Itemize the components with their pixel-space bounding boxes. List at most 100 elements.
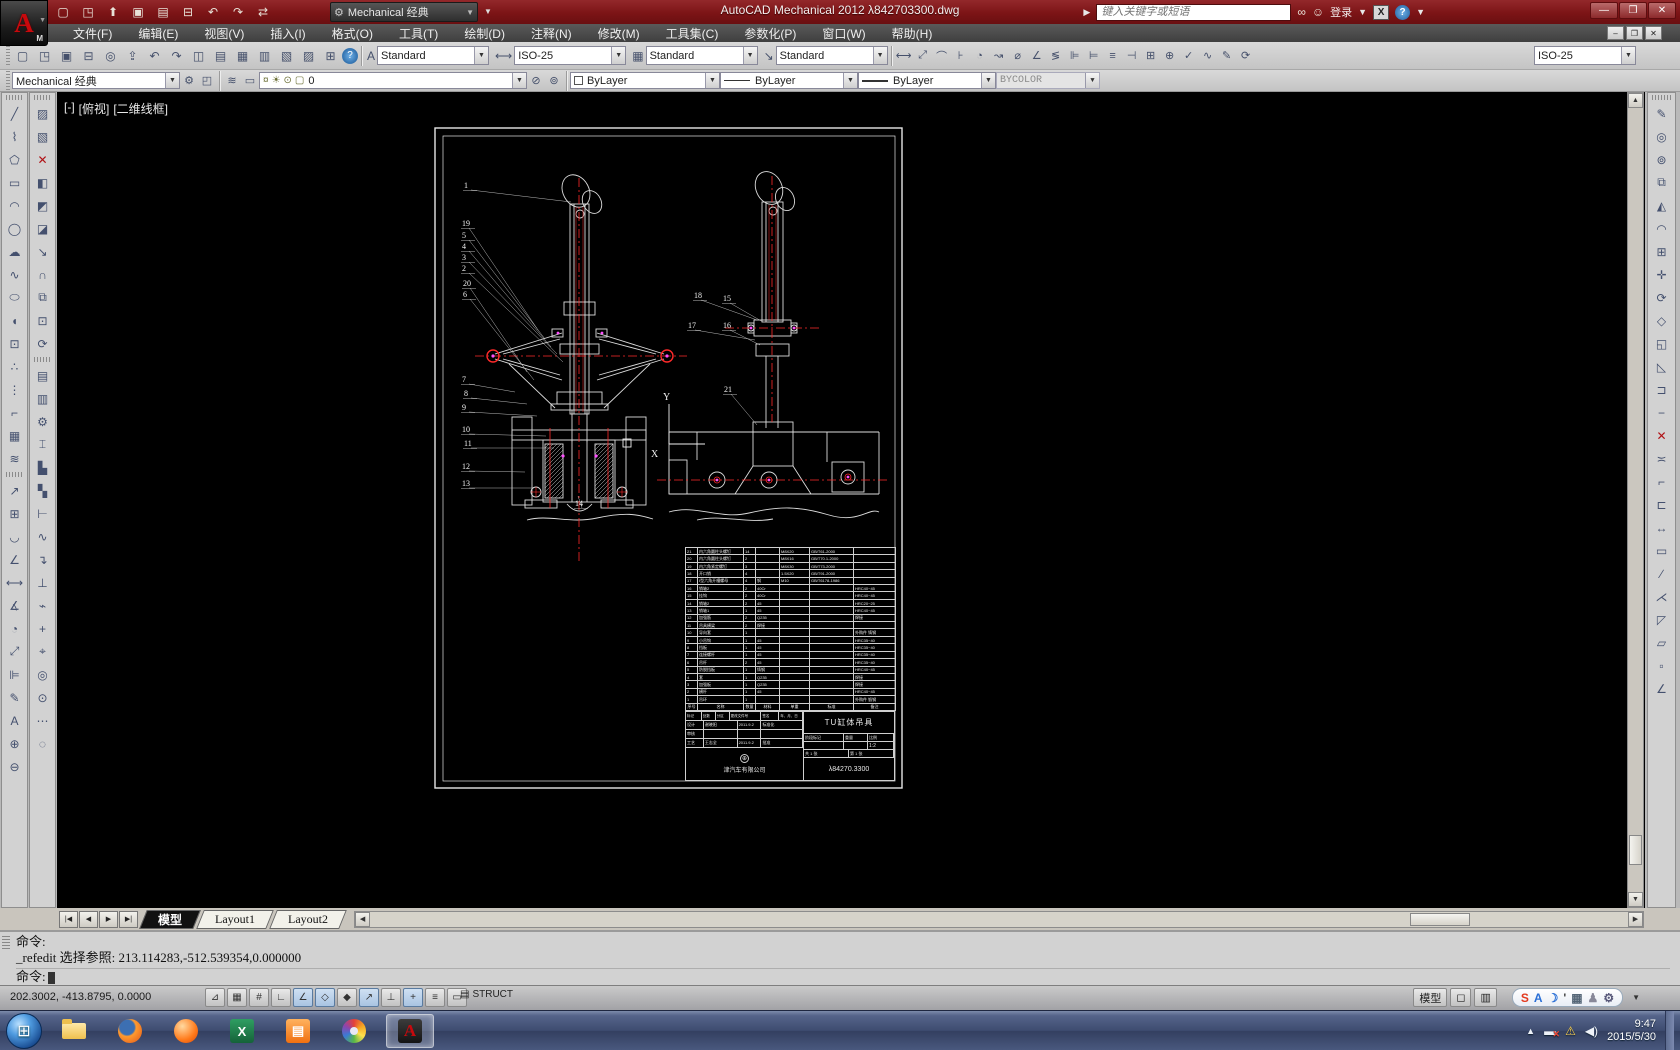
taskbar-excel[interactable]: X (218, 1014, 266, 1048)
draw-point-icon[interactable]: ∴ (3, 355, 27, 378)
otrack-toggle[interactable]: ↗ (359, 988, 379, 1007)
erase-icon[interactable]: ✕ (31, 148, 55, 171)
block-edit-icon[interactable]: ◪ (31, 217, 55, 240)
save-icon[interactable]: ▣ (56, 45, 77, 66)
dim-baseline-icon[interactable]: ⊫ (1066, 47, 1084, 65)
taper-icon[interactable]: ◸ (1650, 608, 1674, 631)
infer-constraints-toggle[interactable]: ⊿ (205, 988, 225, 1007)
power-erase-icon[interactable]: ✎ (1650, 102, 1674, 125)
drawing-quickview-icon[interactable]: ▥ (1474, 988, 1496, 1007)
workspace-combo[interactable]: Mechanical 经典 ▼ (12, 72, 180, 89)
dim-inspect-icon[interactable]: ✓ (1180, 47, 1198, 65)
infocenter-collapse-icon[interactable]: ▶ (1083, 7, 1090, 18)
draw-polygon-icon[interactable]: ⬠ (3, 148, 27, 171)
toolbar-grip[interactable] (6, 46, 10, 66)
dim-quick-icon[interactable]: ≶ (1047, 47, 1065, 65)
scroll-up-button[interactable]: ▲ (1628, 93, 1643, 108)
trim-icon[interactable]: ◺ (1650, 355, 1674, 378)
drawing-canvas[interactable]: [-][俯视][二维线框] (57, 92, 1627, 908)
workspace-settings-icon[interactable]: ⚙ (180, 72, 198, 90)
draw-divide-icon[interactable]: ⋮ (3, 378, 27, 401)
text-style-icon[interactable]: A (367, 49, 375, 63)
canvas-vscrollbar[interactable]: ▲ ▼ (1627, 92, 1644, 908)
layer-isolate-icon[interactable]: ⊘ (527, 72, 545, 90)
dim-update-icon[interactable]: ⟳ (1237, 47, 1255, 65)
tab-Layout2[interactable]: Layout2 (269, 910, 347, 929)
help-icon[interactable]: ? (342, 48, 358, 64)
help-icon[interactable]: ? (1395, 5, 1410, 20)
menu-item-9[interactable]: 工具集(C) (653, 24, 732, 42)
open-icon[interactable]: ◳ (34, 45, 55, 66)
dim-radius-icon[interactable]: ◔ (3, 617, 27, 640)
center-cross-icon[interactable]: + (31, 617, 55, 640)
menu-item-3[interactable]: 插入(I) (257, 24, 318, 42)
fillet-icon[interactable]: ◠ (1650, 217, 1674, 240)
dim-aligned-icon[interactable]: ⤢ (3, 640, 27, 663)
mleader-icon[interactable]: ↗ (3, 479, 27, 502)
taskbar-autocad[interactable]: A (386, 1014, 434, 1048)
divide-icon[interactable]: ∕ (1650, 562, 1674, 585)
copy-icon[interactable]: ⧉ (31, 286, 55, 309)
menu-item-7[interactable]: 注释(N) (518, 24, 585, 42)
block-scale-icon[interactable]: ◧ (31, 171, 55, 194)
layer-on-icon[interactable]: ¤ (263, 75, 269, 86)
arrow-down-icon[interactable]: ↴ (31, 548, 55, 571)
hatch-icon[interactable]: ▨ (31, 102, 55, 125)
taskbar-360[interactable]: ▤ (274, 1014, 322, 1048)
command-input[interactable]: 命令: (16, 968, 1670, 984)
shaft-generator-icon[interactable]: ▙ (31, 456, 55, 479)
stretch-icon[interactable]: ◱ (1650, 332, 1674, 355)
draw-rectangle-icon[interactable]: ▭ (3, 171, 27, 194)
copy-object-icon[interactable]: ⧉ (1650, 171, 1674, 194)
tolerance-icon[interactable]: ⊞ (3, 502, 27, 525)
plot-preview-icon[interactable]: ◎ (100, 45, 121, 66)
annotate-edit-icon[interactable]: ✎ (3, 686, 27, 709)
toolbar-grip[interactable] (34, 357, 51, 362)
draw-wipeout-icon[interactable]: ≋ (3, 447, 27, 470)
dim-aligned-icon[interactable]: ⤢ (914, 47, 932, 65)
undo-icon[interactable]: ↶ (144, 45, 165, 66)
layer-states-icon[interactable]: ▭ (241, 72, 259, 90)
gradient-icon[interactable]: ▧ (31, 125, 55, 148)
ducs-toggle[interactable]: ⊥ (381, 988, 401, 1007)
hole-chart-icon[interactable]: ◎ (31, 663, 55, 686)
layout-quickview-icon[interactable]: ◻ (1450, 988, 1471, 1007)
layer-unisolate-icon[interactable]: ⊚ (545, 72, 563, 90)
draw-arc-icon[interactable]: ◠ (3, 194, 27, 217)
block-rotate-icon[interactable]: ◩ (31, 194, 55, 217)
command-window-grip[interactable] (2, 936, 10, 950)
ime-logo-icon[interactable]: S (1521, 992, 1529, 1004)
tool-palettes-icon[interactable]: ▥ (254, 45, 275, 66)
power-dimension-icon[interactable]: ⟷ (3, 571, 27, 594)
layer-color-icon[interactable]: ▢ (295, 75, 304, 86)
break-point-icon[interactable]: − (1650, 401, 1674, 424)
tab-模型[interactable]: 模型 (139, 910, 201, 929)
dim-edit-icon[interactable]: ✎ (1218, 47, 1236, 65)
table-style-icon[interactable]: ▦ (632, 49, 643, 63)
ime-moon-icon[interactable]: ☽ (1548, 992, 1559, 1004)
draw-line-icon[interactable]: ╱ (3, 102, 27, 125)
centerline-icon[interactable]: ⌖ (31, 640, 55, 663)
mech-palette-icon[interactable]: ▥ (31, 387, 55, 410)
viewport-minimize[interactable]: [-] (64, 100, 75, 117)
designcenter-icon[interactable]: ▦ (232, 45, 253, 66)
toolbar-grip[interactable] (1652, 95, 1671, 100)
scale-icon[interactable]: ◇ (1650, 309, 1674, 332)
detail-icon[interactable]: ⊙ (31, 686, 55, 709)
help-chevron-icon[interactable]: ▼ (1416, 7, 1425, 17)
dyn-toggle[interactable]: + (403, 988, 423, 1007)
mirror-icon[interactable]: ◭ (1650, 194, 1674, 217)
layer-properties-icon[interactable]: ≋ (223, 72, 241, 90)
text-style-combo[interactable]: Standard▼ (377, 46, 489, 65)
mleader-style-icon[interactable]: ↘ (764, 49, 774, 63)
lineweight-toggle[interactable]: ≡ (425, 988, 445, 1007)
draw-ellipse-icon[interactable]: ⬭ (3, 286, 27, 309)
viewport-visual-style[interactable]: [二维线框] (113, 100, 168, 117)
edit-frame-icon[interactable]: ⊡ (31, 309, 55, 332)
tab-next-button[interactable]: ▶ (99, 911, 118, 928)
viewport-lock-icon[interactable]: ◰ (198, 72, 216, 90)
steel-shape-icon[interactable]: ⌶ (31, 433, 55, 456)
dim-radius-icon[interactable]: ◔ (971, 47, 989, 65)
linetype-combo[interactable]: ByLayer ▼ (720, 72, 858, 89)
mdi-restore-button[interactable]: ❐ (1626, 26, 1643, 40)
